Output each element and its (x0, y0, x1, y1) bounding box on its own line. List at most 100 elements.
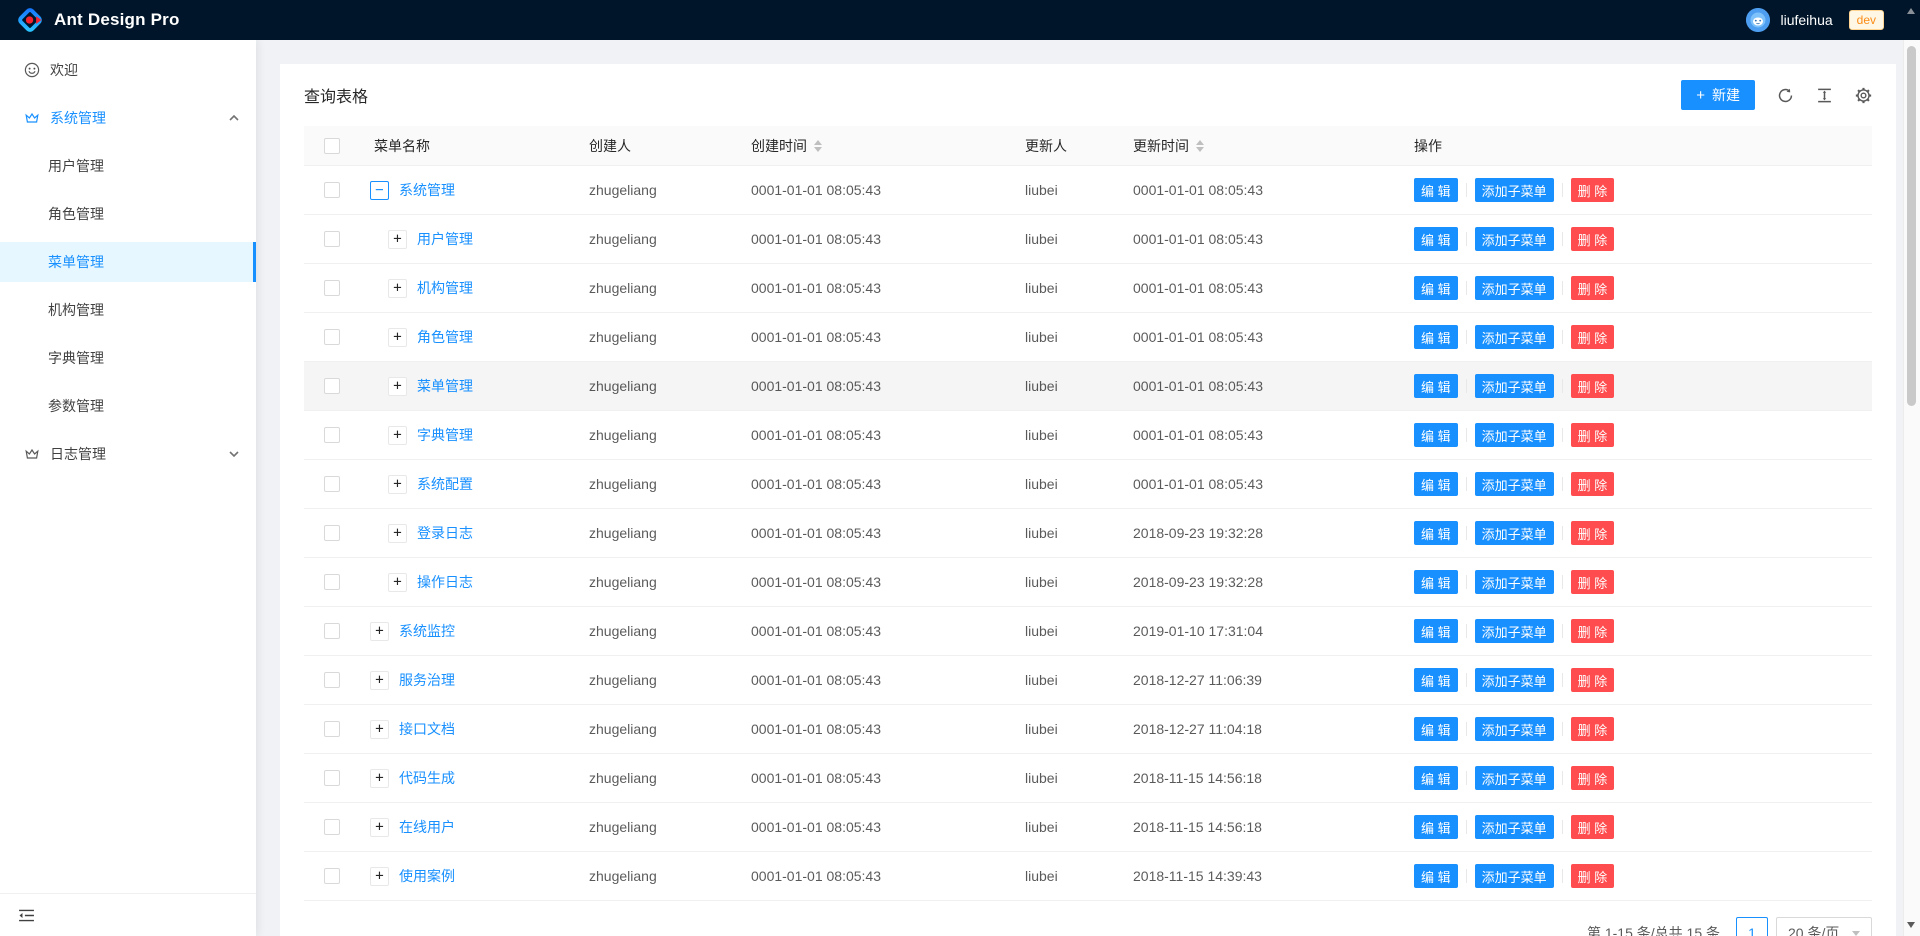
delete-button[interactable]: 删 除 (1571, 570, 1615, 594)
row-checkbox[interactable] (324, 770, 340, 786)
scroll-up-arrow-icon[interactable] (1907, 8, 1915, 14)
expand-toggle-icon[interactable]: + (388, 524, 407, 543)
delete-button[interactable]: 删 除 (1571, 766, 1615, 790)
menu-name-link[interactable]: 代码生成 (399, 768, 455, 788)
expand-toggle-icon[interactable]: + (388, 279, 407, 298)
delete-button[interactable]: 删 除 (1571, 717, 1615, 741)
edit-button[interactable]: 编 辑 (1414, 717, 1458, 741)
edit-button[interactable]: 编 辑 (1414, 815, 1458, 839)
add-child-button[interactable]: 添加子菜单 (1475, 815, 1554, 839)
row-checkbox[interactable] (324, 231, 340, 247)
add-child-button[interactable]: 添加子菜单 (1475, 864, 1554, 888)
menu-name-link[interactable]: 服务治理 (399, 670, 455, 690)
pagination-page-1[interactable]: 1 (1736, 917, 1768, 936)
edit-button[interactable]: 编 辑 (1414, 276, 1458, 300)
col-header-update-time[interactable]: 更新时间 (1130, 136, 1410, 156)
sidebar-item-param-mgmt[interactable]: 参数管理 (0, 386, 256, 426)
row-checkbox[interactable] (324, 819, 340, 835)
expand-toggle-icon[interactable]: − (370, 181, 389, 200)
menu-name-link[interactable]: 机构管理 (417, 278, 473, 298)
scrollbar-thumb[interactable] (1907, 46, 1916, 406)
add-child-button[interactable]: 添加子菜单 (1475, 717, 1554, 741)
menu-name-link[interactable]: 接口文档 (399, 719, 455, 739)
sidebar-item-menu-mgmt[interactable]: 菜单管理 (0, 242, 256, 282)
add-child-button[interactable]: 添加子菜单 (1475, 374, 1554, 398)
row-checkbox[interactable] (324, 672, 340, 688)
edit-button[interactable]: 编 辑 (1414, 325, 1458, 349)
delete-button[interactable]: 删 除 (1571, 276, 1615, 300)
expand-toggle-icon[interactable]: + (388, 426, 407, 445)
delete-button[interactable]: 删 除 (1571, 423, 1615, 447)
edit-button[interactable]: 编 辑 (1414, 570, 1458, 594)
menu-name-link[interactable]: 系统管理 (399, 180, 455, 200)
menu-name-link[interactable]: 系统配置 (417, 474, 473, 494)
expand-toggle-icon[interactable]: + (370, 867, 389, 886)
sort-carets-icon[interactable] (814, 140, 822, 152)
reload-icon[interactable] (1777, 87, 1794, 104)
delete-button[interactable]: 删 除 (1571, 521, 1615, 545)
select-all-checkbox[interactable] (324, 138, 340, 154)
delete-button[interactable]: 删 除 (1571, 864, 1615, 888)
sort-carets-icon[interactable] (1196, 140, 1204, 152)
add-child-button[interactable]: 添加子菜单 (1475, 227, 1554, 251)
delete-button[interactable]: 删 除 (1571, 815, 1615, 839)
edit-button[interactable]: 编 辑 (1414, 227, 1458, 251)
menu-name-link[interactable]: 在线用户 (399, 817, 455, 837)
avatar[interactable] (1746, 8, 1770, 32)
sidebar-item-role-mgmt[interactable]: 角色管理 (0, 194, 256, 234)
delete-button[interactable]: 删 除 (1571, 619, 1615, 643)
delete-button[interactable]: 删 除 (1571, 178, 1615, 202)
add-child-button[interactable]: 添加子菜单 (1475, 668, 1554, 692)
row-checkbox[interactable] (324, 476, 340, 492)
delete-button[interactable]: 删 除 (1571, 668, 1615, 692)
menu-name-link[interactable]: 使用案例 (399, 866, 455, 886)
page-size-select[interactable]: 20 条/页 (1776, 917, 1872, 936)
header-user-area[interactable]: liufeihua dev (1746, 8, 1884, 32)
logo[interactable]: Ant Design Pro (16, 6, 180, 34)
row-checkbox[interactable] (324, 182, 340, 198)
sidebar-submenu-log[interactable]: 日志管理 (0, 434, 256, 474)
sidebar-item-user-mgmt[interactable]: 用户管理 (0, 146, 256, 186)
col-header-create-time[interactable]: 创建时间 (750, 136, 1020, 156)
edit-button[interactable]: 编 辑 (1414, 472, 1458, 496)
add-child-button[interactable]: 添加子菜单 (1475, 766, 1554, 790)
expand-toggle-icon[interactable]: + (388, 377, 407, 396)
expand-toggle-icon[interactable]: + (370, 818, 389, 837)
menu-name-link[interactable]: 登录日志 (417, 523, 473, 543)
menu-name-link[interactable]: 用户管理 (417, 229, 473, 249)
row-checkbox[interactable] (324, 329, 340, 345)
add-child-button[interactable]: 添加子菜单 (1475, 423, 1554, 447)
edit-button[interactable]: 编 辑 (1414, 423, 1458, 447)
delete-button[interactable]: 删 除 (1571, 227, 1615, 251)
expand-toggle-icon[interactable]: + (370, 671, 389, 690)
sidebar-item-dict-mgmt[interactable]: 字典管理 (0, 338, 256, 378)
menu-fold-icon[interactable] (18, 907, 35, 924)
row-checkbox[interactable] (324, 378, 340, 394)
row-checkbox[interactable] (324, 525, 340, 541)
edit-button[interactable]: 编 辑 (1414, 619, 1458, 643)
menu-name-link[interactable]: 角色管理 (417, 327, 473, 347)
row-checkbox[interactable] (324, 574, 340, 590)
row-checkbox[interactable] (324, 427, 340, 443)
menu-name-link[interactable]: 字典管理 (417, 425, 473, 445)
menu-name-link[interactable]: 系统监控 (399, 621, 455, 641)
menu-name-link[interactable]: 操作日志 (417, 572, 473, 592)
add-child-button[interactable]: 添加子菜单 (1475, 325, 1554, 349)
expand-toggle-icon[interactable]: + (388, 475, 407, 494)
row-checkbox[interactable] (324, 623, 340, 639)
add-child-button[interactable]: 添加子菜单 (1475, 276, 1554, 300)
add-child-button[interactable]: 添加子菜单 (1475, 472, 1554, 496)
add-child-button[interactable]: 添加子菜单 (1475, 178, 1554, 202)
sidebar-item-welcome[interactable]: 欢迎 (0, 50, 256, 90)
add-child-button[interactable]: 添加子菜单 (1475, 521, 1554, 545)
add-child-button[interactable]: 添加子菜单 (1475, 619, 1554, 643)
delete-button[interactable]: 删 除 (1571, 472, 1615, 496)
edit-button[interactable]: 编 辑 (1414, 521, 1458, 545)
expand-toggle-icon[interactable]: + (388, 230, 407, 249)
edit-button[interactable]: 编 辑 (1414, 864, 1458, 888)
expand-toggle-icon[interactable]: + (370, 622, 389, 641)
page-scrollbar[interactable] (1903, 0, 1920, 936)
scroll-down-arrow-icon[interactable] (1907, 922, 1915, 928)
expand-toggle-icon[interactable]: + (370, 720, 389, 739)
edit-button[interactable]: 编 辑 (1414, 766, 1458, 790)
